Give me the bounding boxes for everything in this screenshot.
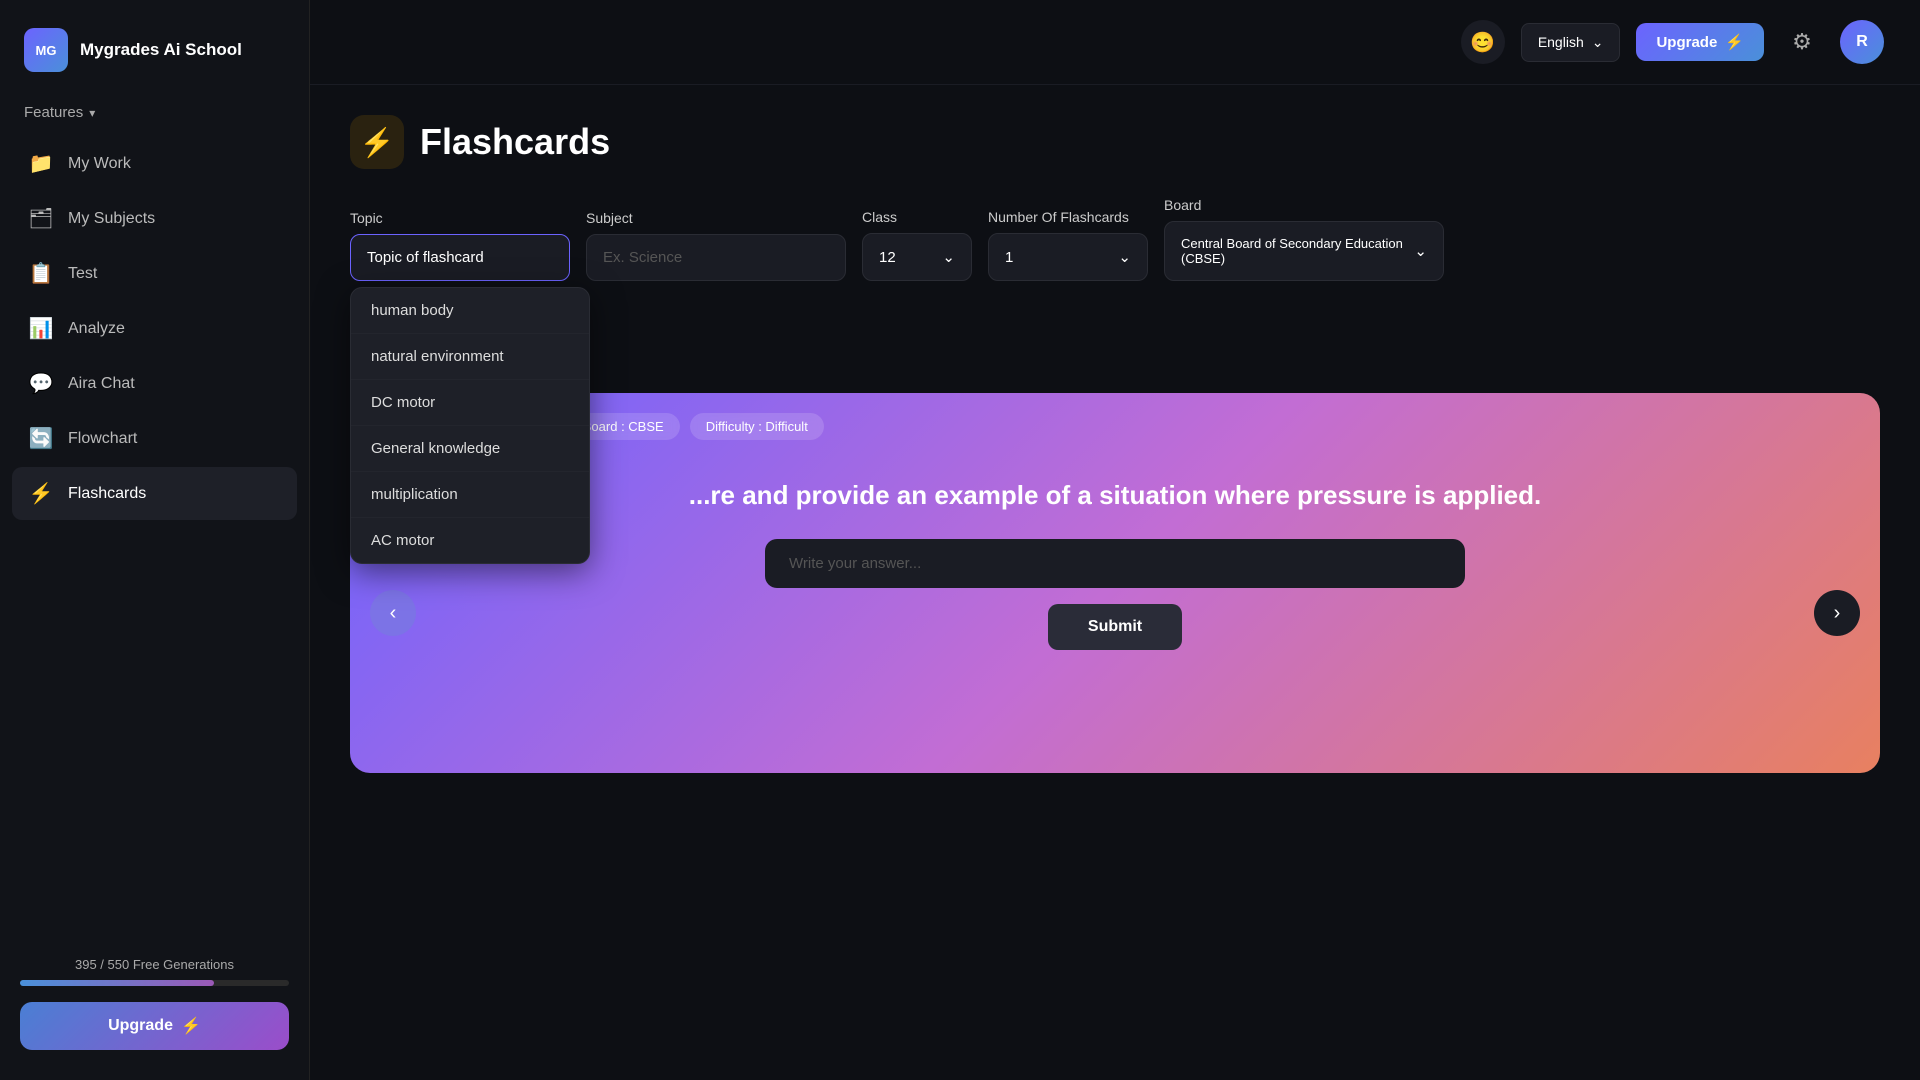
subject-input[interactable] xyxy=(586,234,846,281)
sidebar-item-my-subjects-label: My Subjects xyxy=(68,210,155,228)
generations-progress-bg xyxy=(20,980,289,986)
board-select[interactable]: Central Board of Secondary Education (CB… xyxy=(1164,221,1444,281)
settings-gear-icon: ⚙ xyxy=(1792,29,1812,55)
main-content: 😊 English ⌄ Upgrade ⚡ ⚙ R ⚡ Flashcards T… xyxy=(310,0,1920,1080)
flashcard-prev-button[interactable]: ‹ xyxy=(370,590,416,636)
class-chevron-icon: ⌄ xyxy=(942,248,955,266)
analyze-icon: 📊 xyxy=(28,316,54,341)
flashcard-next-button[interactable]: › xyxy=(1814,590,1860,636)
aira-chat-icon: 💬 xyxy=(28,371,54,396)
upgrade-header-label: Upgrade xyxy=(1656,34,1717,51)
flashcards-count-label: Number Of Flashcards xyxy=(988,209,1148,225)
smiley-button[interactable]: 😊 xyxy=(1461,20,1505,64)
logo-icon: MG xyxy=(24,28,68,72)
features-toggle[interactable]: Features ▾ xyxy=(0,96,309,137)
sidebar-item-aira-chat[interactable]: 💬 Aira Chat xyxy=(12,357,297,410)
dropdown-item-human-body[interactable]: human body xyxy=(351,288,589,334)
board-value: Central Board of Secondary Education (CB… xyxy=(1181,236,1404,266)
language-label: English xyxy=(1538,34,1584,50)
header: 😊 English ⌄ Upgrade ⚡ ⚙ R xyxy=(310,0,1920,85)
board-label: Board xyxy=(1164,197,1444,213)
topic-input[interactable] xyxy=(350,234,570,281)
sidebar-item-test[interactable]: 📋 Test xyxy=(12,247,297,300)
class-select[interactable]: 12 ⌄ xyxy=(862,233,972,281)
class-value: 12 xyxy=(879,249,896,266)
sidebar-item-my-subjects[interactable]: 🗂 My Subjects xyxy=(12,192,297,245)
upgrade-lightning-icon: ⚡ xyxy=(1725,33,1744,51)
page-icon: ⚡ xyxy=(350,115,404,169)
submit-button[interactable]: Submit xyxy=(1048,604,1182,650)
board-group: Board Central Board of Secondary Educati… xyxy=(1164,197,1444,281)
user-avatar[interactable]: R xyxy=(1840,20,1884,64)
language-chevron-icon: ⌄ xyxy=(1592,34,1604,51)
subject-label: Subject xyxy=(586,210,846,226)
logo-text: Mygrades Ai School xyxy=(80,40,242,60)
page-title: Flashcards xyxy=(420,121,610,163)
sidebar-nav: 📁 My Work 🗂 My Subjects 📋 Test 📊 Analyze… xyxy=(0,137,309,937)
features-chevron-icon: ▾ xyxy=(89,106,95,120)
dropdown-item-dc-motor[interactable]: DC motor xyxy=(351,380,589,426)
dropdown-item-multiplication[interactable]: multiplication xyxy=(351,472,589,518)
sidebar-item-flowchart-label: Flowchart xyxy=(68,430,137,448)
class-label: Class xyxy=(862,209,972,225)
sidebar-logo[interactable]: MG Mygrades Ai School xyxy=(0,0,309,96)
board-chevron-icon: ⌄ xyxy=(1414,242,1427,260)
form-row: Topic human body natural environment DC … xyxy=(350,197,1880,281)
flowchart-icon: 🔄 xyxy=(28,426,54,451)
sidebar-item-flashcards-label: Flashcards xyxy=(68,485,146,503)
features-label: Features xyxy=(24,104,83,121)
sidebar: MG Mygrades Ai School Features ▾ 📁 My Wo… xyxy=(0,0,310,1080)
my-work-icon: 📁 xyxy=(28,151,54,176)
class-group: Class 12 ⌄ xyxy=(862,209,972,281)
flashcards-icon: ⚡ xyxy=(28,481,54,506)
sidebar-item-flowchart[interactable]: 🔄 Flowchart xyxy=(12,412,297,465)
language-selector[interactable]: English ⌄ xyxy=(1521,23,1621,62)
sidebar-item-aira-chat-label: Aira Chat xyxy=(68,375,135,393)
flashcards-count-value: 1 xyxy=(1005,249,1013,266)
topic-dropdown: human body natural environment DC motor … xyxy=(350,287,590,564)
flashcards-count-select[interactable]: 1 ⌄ xyxy=(988,233,1148,281)
topic-group: Topic human body natural environment DC … xyxy=(350,210,570,281)
sidebar-bottom: 395 / 550 Free Generations Upgrade ⚡ xyxy=(0,937,309,1080)
topic-label: Topic xyxy=(350,210,570,226)
upgrade-header-button[interactable]: Upgrade ⚡ xyxy=(1636,23,1764,61)
sidebar-item-my-work[interactable]: 📁 My Work xyxy=(12,137,297,190)
dropdown-item-ac-motor[interactable]: AC motor xyxy=(351,518,589,563)
dropdown-item-general-knowledge[interactable]: General knowledge xyxy=(351,426,589,472)
test-icon: 📋 xyxy=(28,261,54,286)
my-subjects-icon: 🗂 xyxy=(28,206,54,231)
page-content: ⚡ Flashcards Topic human body natural en… xyxy=(310,85,1920,1080)
subject-group: Subject xyxy=(586,210,846,281)
settings-button[interactable]: ⚙ xyxy=(1780,20,1824,64)
flashcards-page-icon: ⚡ xyxy=(360,126,395,159)
sidebar-item-my-work-label: My Work xyxy=(68,155,131,173)
answer-input[interactable] xyxy=(765,539,1465,588)
dropdown-item-natural-environment[interactable]: natural environment xyxy=(351,334,589,380)
sidebar-item-analyze[interactable]: 📊 Analyze xyxy=(12,302,297,355)
sidebar-item-analyze-label: Analyze xyxy=(68,320,125,338)
sidebar-item-flashcards[interactable]: ⚡ Flashcards xyxy=(12,467,297,520)
tag-difficulty: Difficulty : Difficult xyxy=(690,413,824,440)
sidebar-item-test-label: Test xyxy=(68,265,97,283)
upgrade-sidebar-button[interactable]: Upgrade ⚡ xyxy=(20,1002,289,1050)
flashcards-count-chevron-icon: ⌄ xyxy=(1118,248,1131,266)
generations-progress-fill xyxy=(20,980,214,986)
page-title-row: ⚡ Flashcards xyxy=(350,115,1880,169)
flashcards-count-group: Number Of Flashcards 1 ⌄ xyxy=(988,209,1148,281)
upgrade-sidebar-label: Upgrade xyxy=(108,1017,173,1035)
upgrade-sidebar-lightning-icon: ⚡ xyxy=(181,1016,201,1036)
generations-label: 395 / 550 Free Generations xyxy=(20,957,289,972)
